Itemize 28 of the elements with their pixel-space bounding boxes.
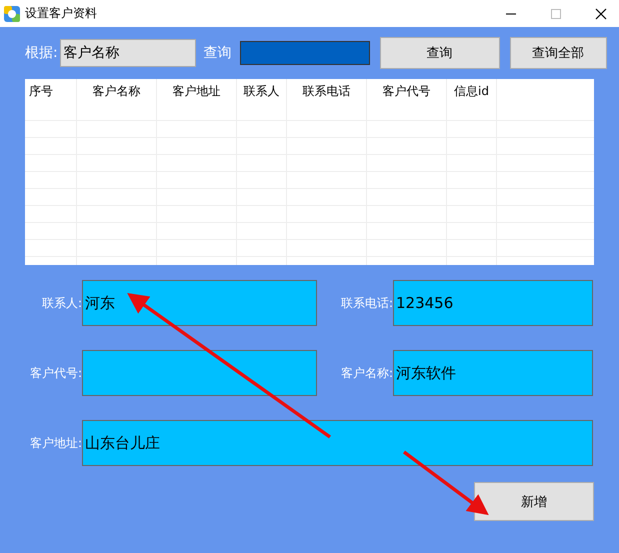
field-label: 客户代号: [28, 364, 82, 382]
window-title: 设置客户资料 [25, 5, 97, 22]
column-header[interactable]: 信息id [447, 79, 497, 104]
column-header[interactable]: 客户地址 [157, 79, 237, 104]
query-label: 查询 [204, 44, 232, 62]
text-input-field[interactable]: 河东软件 [393, 350, 593, 396]
query-input-field[interactable] [240, 41, 370, 65]
app-icon [4, 6, 20, 22]
column-header[interactable]: 联系人 [237, 79, 287, 104]
column-header[interactable]: 序号 [25, 79, 77, 104]
query-button[interactable]: 查询全部 [510, 37, 607, 69]
close-icon[interactable] [595, 8, 607, 20]
field-label: 联系人: [40, 294, 82, 312]
field-label: 客户地址: [28, 434, 82, 452]
text-input-field[interactable]: 山东台儿庄 [82, 420, 593, 466]
search-by-label: 根据: [25, 44, 58, 62]
search-by-dropdown[interactable]: 客户名称 [60, 39, 196, 67]
query-button[interactable]: 查询 [380, 37, 500, 69]
column-header[interactable]: 客户名称 [77, 79, 157, 104]
column-header[interactable]: 联系电话 [287, 79, 367, 104]
column-header[interactable]: 客户代号 [367, 79, 447, 104]
text-input-field[interactable] [82, 350, 317, 396]
field-label: 联系电话: [340, 294, 393, 312]
add-button[interactable]: 新增 [474, 482, 594, 521]
text-input-field[interactable]: 123456 [393, 280, 593, 326]
text-input-field[interactable]: 河东 [82, 280, 317, 326]
field-label: 客户名称: [340, 364, 393, 382]
maximize-icon [550, 8, 562, 20]
